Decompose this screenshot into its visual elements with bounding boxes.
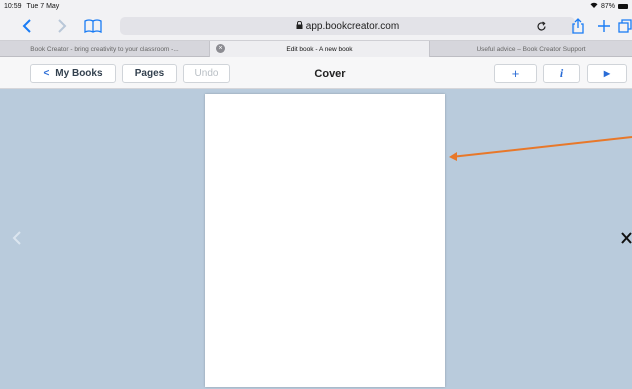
screenshot-frame: 10:59 Tue 7 May 87% app.bookcreator.com …: [0, 0, 632, 389]
annotation-arrow: [449, 136, 632, 161]
ipad-screen: 10:59 Tue 7 May 87% app.bookcreator.com …: [0, 0, 632, 389]
